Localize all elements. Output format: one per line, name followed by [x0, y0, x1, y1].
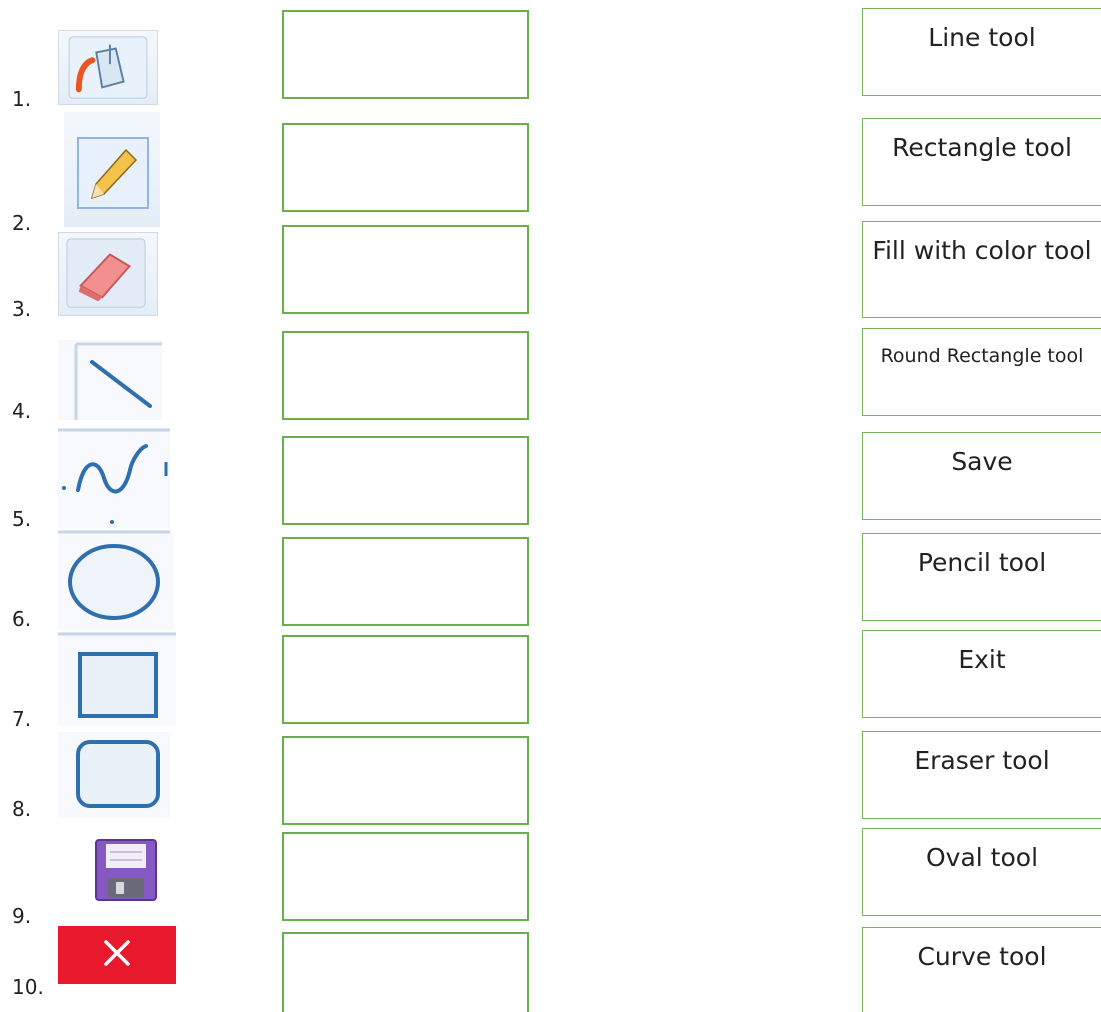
- label-exit: Exit: [862, 630, 1101, 718]
- answer-box-2[interactable]: [282, 123, 529, 212]
- item-number-3: 3.: [12, 297, 32, 321]
- label-fill-with-color-tool: Fill with color tool: [862, 221, 1101, 318]
- answer-box-1[interactable]: [282, 10, 529, 99]
- answer-box-10[interactable]: [282, 932, 529, 1012]
- pencil-icon: [64, 112, 160, 227]
- item-number-9: 9.: [12, 904, 32, 928]
- answer-box-9[interactable]: [282, 832, 529, 921]
- fill-bucket-icon: [58, 30, 158, 105]
- label-pencil-tool: Pencil tool: [862, 533, 1101, 621]
- save-floppy-icon: [94, 838, 158, 902]
- answer-box-7[interactable]: [282, 635, 529, 724]
- rectangle-icon: [58, 632, 176, 726]
- item-number-7: 7.: [12, 707, 32, 731]
- curve-icon: [58, 428, 170, 528]
- label-eraser-tool: Eraser tool: [862, 731, 1101, 819]
- line-icon: [58, 340, 162, 420]
- item-number-5: 5.: [12, 507, 32, 531]
- answer-box-6[interactable]: [282, 537, 529, 626]
- label-rectangle-tool: Rectangle tool: [862, 118, 1101, 206]
- close-icon: [58, 926, 176, 984]
- answer-box-4[interactable]: [282, 331, 529, 420]
- item-number-2: 2.: [12, 211, 32, 235]
- label-line-tool: Line tool: [862, 8, 1101, 96]
- item-number-4: 4.: [12, 399, 32, 423]
- answer-box-3[interactable]: [282, 225, 529, 314]
- item-number-1: 1.: [12, 87, 32, 111]
- label-curve-tool: Curve tool: [862, 927, 1101, 1012]
- item-number-6: 6.: [12, 607, 32, 631]
- label-round-rectangle-tool: Round Rectangle tool: [862, 328, 1101, 416]
- item-number-10: 10.: [12, 975, 44, 999]
- item-number-8: 8.: [12, 797, 32, 821]
- eraser-icon: [58, 232, 158, 316]
- round-rectangle-icon: [58, 732, 170, 818]
- label-oval-tool: Oval tool: [862, 828, 1101, 916]
- answer-box-8[interactable]: [282, 736, 529, 825]
- answer-box-5[interactable]: [282, 436, 529, 525]
- oval-icon: [58, 530, 174, 630]
- label-save: Save: [862, 432, 1101, 520]
